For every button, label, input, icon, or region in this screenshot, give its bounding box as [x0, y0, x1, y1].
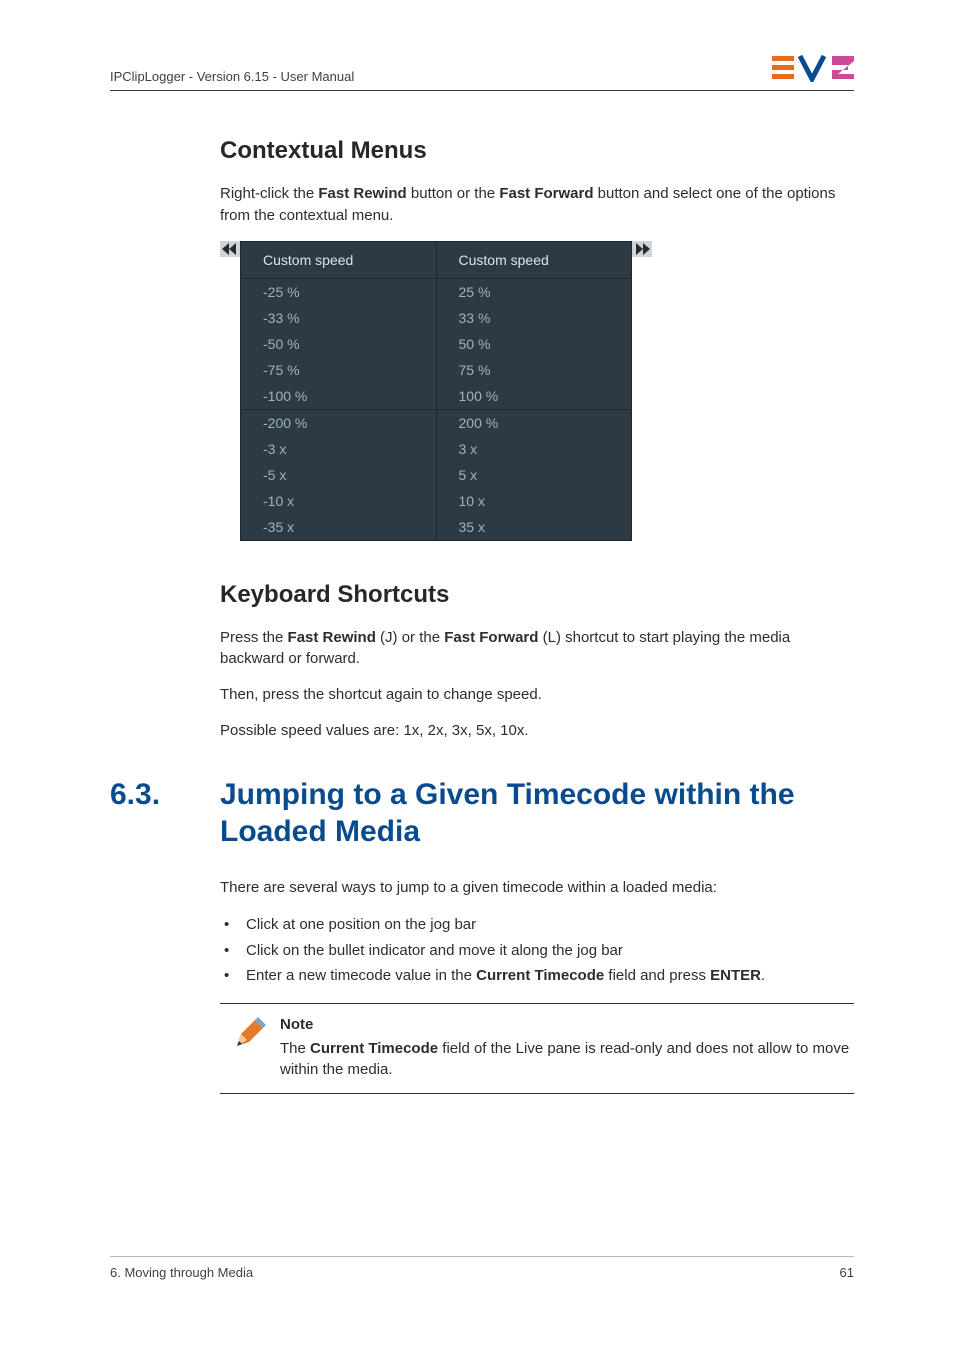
note-text: Note The Current Timecode field of the L…: [280, 1014, 854, 1081]
section-number: 6.3.: [110, 776, 220, 814]
menu-item[interactable]: 3 x: [437, 436, 632, 462]
menu-item[interactable]: -5 x: [241, 462, 436, 488]
paragraph-contextual-intro: Right-click the Fast Rewind button or th…: [220, 183, 854, 227]
evs-logo: [772, 54, 854, 82]
note-title: Note: [280, 1014, 854, 1036]
fast-rewind-icon: [220, 241, 240, 257]
menu-item[interactable]: 35 x: [437, 514, 632, 540]
menu-item[interactable]: -100 %: [241, 383, 436, 409]
footer-page-number: 61: [840, 1265, 854, 1280]
menu-item[interactable]: 25 %: [437, 279, 632, 305]
menu-header-left[interactable]: Custom speed: [241, 242, 436, 279]
menu-item[interactable]: -33 %: [241, 305, 436, 331]
menu-item[interactable]: -10 x: [241, 488, 436, 514]
paragraph-6-3-intro: There are several ways to jump to a give…: [220, 877, 854, 899]
menu-item[interactable]: 33 %: [437, 305, 632, 331]
menu-item[interactable]: 10 x: [437, 488, 632, 514]
page-footer: 6. Moving through Media 61: [110, 1256, 854, 1280]
menu-item[interactable]: 50 %: [437, 331, 632, 357]
paragraph-ks-3: Possible speed values are: 1x, 2x, 3x, 5…: [220, 720, 854, 742]
list-item: Click on the bullet indicator and move i…: [220, 938, 854, 964]
menu-item[interactable]: 5 x: [437, 462, 632, 488]
menu-item[interactable]: -200 %: [241, 410, 436, 436]
section-title: Jumping to a Given Timecode within the L…: [220, 776, 854, 851]
bullet-list-6-3: Click at one position on the jog bar Cli…: [220, 912, 854, 989]
fast-forward-icon: [632, 241, 652, 257]
note-box: Note The Current Timecode field of the L…: [220, 1003, 854, 1094]
contextual-menus-figure: Custom speed -25 % -33 % -50 % -75 % -10…: [220, 241, 854, 541]
menu-item[interactable]: 200 %: [437, 410, 632, 436]
list-item: Click at one position on the jog bar: [220, 912, 854, 938]
paragraph-ks-1: Press the Fast Rewind (J) or the Fast Fo…: [220, 627, 854, 671]
menu-item[interactable]: -35 x: [241, 514, 436, 540]
menu-item[interactable]: -3 x: [241, 436, 436, 462]
pencil-icon: [220, 1014, 280, 1081]
menu-item[interactable]: -25 %: [241, 279, 436, 305]
menu-item[interactable]: -75 %: [241, 357, 436, 383]
menu-item[interactable]: 100 %: [437, 383, 632, 409]
page-header: IPClipLogger - Version 6.15 - User Manua…: [110, 54, 854, 91]
paragraph-ks-2: Then, press the shortcut again to change…: [220, 684, 854, 706]
heading-contextual-menus: Contextual Menus: [220, 137, 854, 165]
footer-chapter: 6. Moving through Media: [110, 1265, 253, 1280]
heading-6-3: 6.3. Jumping to a Given Timecode within …: [110, 776, 854, 851]
menu-header-right[interactable]: Custom speed: [437, 242, 632, 279]
list-item: Enter a new timecode value in the Curren…: [220, 963, 854, 989]
menu-item[interactable]: 75 %: [437, 357, 632, 383]
header-doc-title: IPClipLogger - Version 6.15 - User Manua…: [110, 69, 354, 84]
heading-keyboard-shortcuts: Keyboard Shortcuts: [220, 581, 854, 609]
menu-item[interactable]: -50 %: [241, 331, 436, 357]
